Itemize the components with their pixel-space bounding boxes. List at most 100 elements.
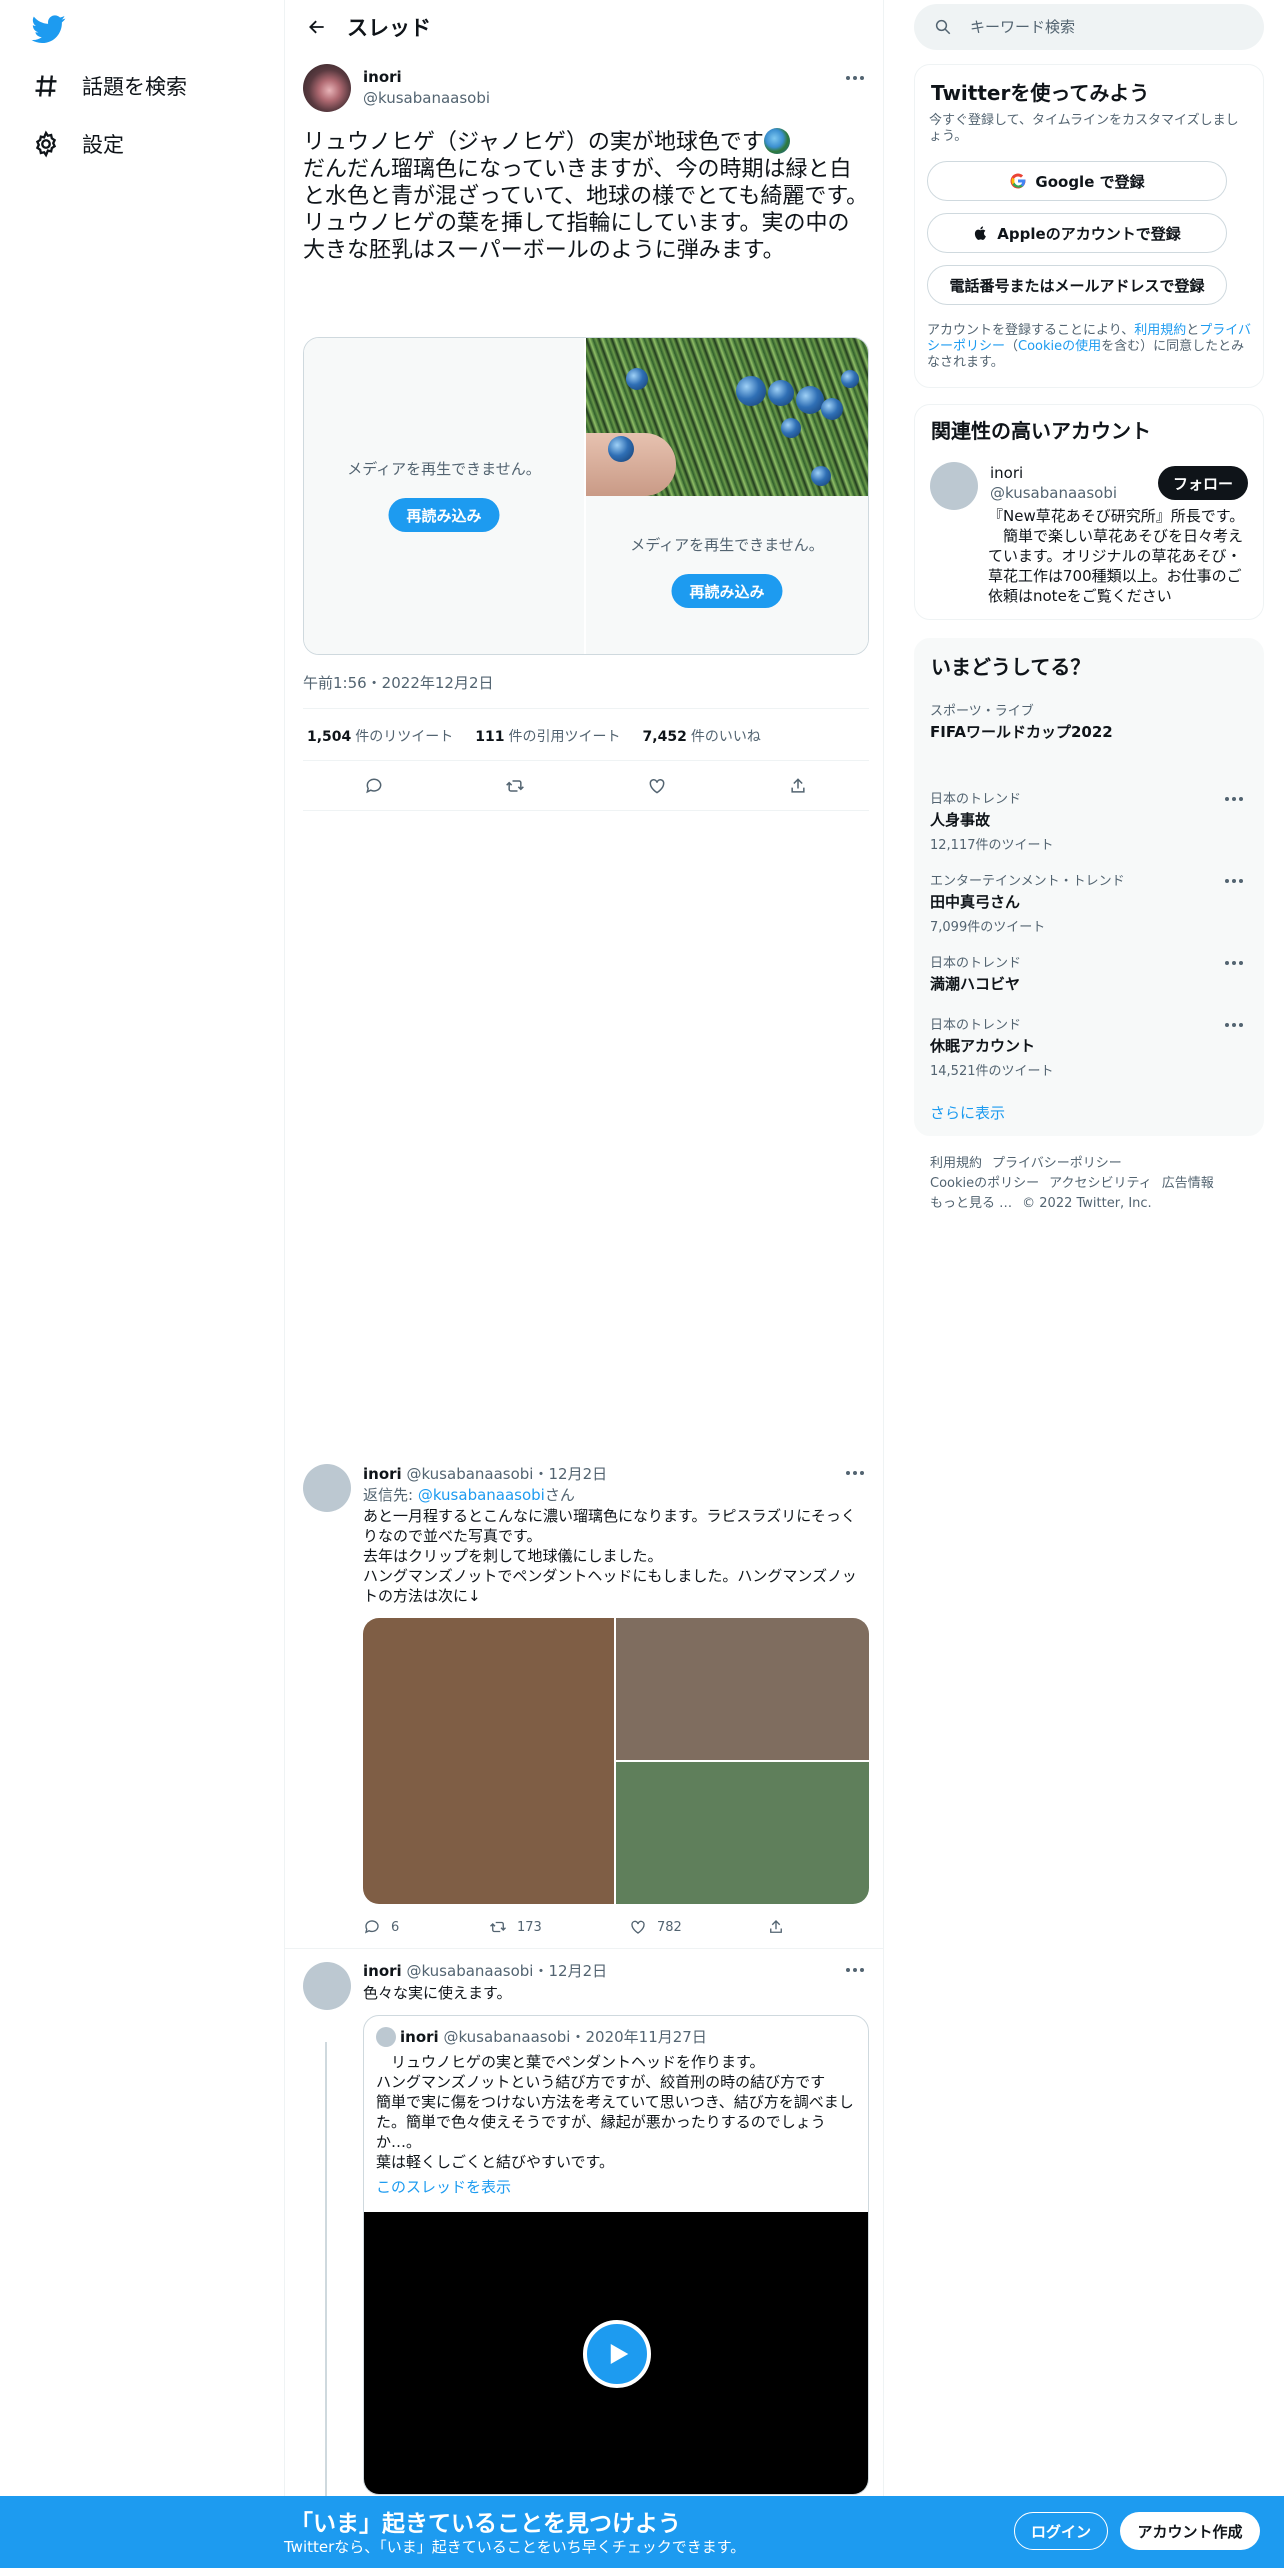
create-account-button[interactable]: アカウント作成 xyxy=(1120,2512,1260,2550)
share-button[interactable] xyxy=(784,772,812,800)
more-icon[interactable] xyxy=(841,68,869,88)
login-button[interactable]: ログイン xyxy=(1014,2512,1108,2550)
quoted-tweet-header: inori @kusabanaasobi・2020年11月27日 xyxy=(376,2026,707,2047)
follow-button[interactable]: フォロー xyxy=(1158,466,1248,500)
berry-ring-photo[interactable] xyxy=(586,338,868,496)
author-handle[interactable]: @kusabanaasobi xyxy=(363,89,490,107)
show-more-link[interactable]: さらに表示 xyxy=(930,1102,1005,1123)
reply-button[interactable]: 6 xyxy=(363,1918,399,1936)
footer-privacy[interactable]: プライバシーポリシー xyxy=(992,1154,1122,1174)
tweet-media-grid: メディアを再生できません。 再読み込み メディアを再生できません。 再読み込み xyxy=(303,337,869,655)
trend-name: 田中真弓さん xyxy=(930,893,1021,911)
footer-more[interactable]: もっと見る … xyxy=(930,1194,1012,1214)
reply-author[interactable]: inori @kusabanaasobi・12月2日 xyxy=(363,1960,607,1981)
trend-item[interactable]: 日本のトレンド 人身事故 12,117件のツイート xyxy=(930,788,1248,853)
like-button[interactable]: 782 xyxy=(629,1918,682,1936)
trend-category: スポーツ・ライブ xyxy=(930,704,1034,719)
search-bar[interactable] xyxy=(914,4,1264,50)
more-icon[interactable] xyxy=(1220,954,1248,972)
related-avatar[interactable] xyxy=(930,462,978,510)
thread-column: スレッド inori @kusabanaasobi リュウノヒゲ（ジャノヒゲ）の… xyxy=(284,0,884,2502)
apple-signup-button[interactable]: Appleのアカウントで登録 xyxy=(927,213,1227,253)
media-unavailable-message: メディアを再生できません。 xyxy=(630,536,824,554)
like-count[interactable]: 7,452 件のいいね xyxy=(643,726,761,746)
related-handle[interactable]: @kusabanaasobi xyxy=(990,484,1117,502)
footer-cookie[interactable]: Cookieのポリシー xyxy=(930,1174,1039,1194)
media-tile-left[interactable] xyxy=(363,1618,614,1904)
trend-name: 休眠アカウント xyxy=(930,1037,1036,1055)
reload-button[interactable]: 再読み込み xyxy=(388,498,500,532)
quoted-meta: @kusabanaasobi・2020年11月27日 xyxy=(443,2028,707,2046)
reply-author[interactable]: inori @kusabanaasobi・12月2日 xyxy=(363,1463,607,1484)
trend-category: エンターテインメント・トレンド xyxy=(930,874,1125,889)
tweet-timestamp[interactable]: 午前1:56・2022年12月2日 xyxy=(303,672,494,693)
trend-category: 日本のトレンド xyxy=(930,792,1022,807)
reply-icon xyxy=(365,778,382,794)
more-icon[interactable] xyxy=(841,1463,869,1483)
hashtag-icon xyxy=(35,75,57,97)
footer-accessibility[interactable]: アクセシビリティ xyxy=(1049,1174,1152,1194)
search-icon xyxy=(935,19,951,35)
reply-text: あと一月程するとこんなに濃い瑠璃色になります。ラピスラズリにそっくりなので並べた… xyxy=(363,1507,857,1605)
media-tile-bottom-right[interactable] xyxy=(616,1762,869,1904)
trend-item[interactable]: 日本のトレンド 満潮ハコビヤ xyxy=(930,952,1248,994)
trend-category: 日本のトレンド xyxy=(930,956,1022,971)
share-icon xyxy=(770,1920,782,1933)
reply-to-handle[interactable]: @kusabanaasobi xyxy=(418,1486,545,1504)
related-name[interactable]: inori xyxy=(990,464,1023,482)
gear-icon xyxy=(35,130,57,158)
reply-button[interactable] xyxy=(360,772,388,800)
nav-settings[interactable]: 設定 xyxy=(32,124,124,164)
google-signup-button[interactable]: Google で登録 xyxy=(927,161,1227,201)
trend-item[interactable]: エンターテインメント・トレンド 田中真弓さん 7,099件のツイート xyxy=(930,870,1248,935)
show-thread-link[interactable]: このスレッドを表示 xyxy=(376,2176,511,2197)
right-sidebar: Twitterを使ってみよう 今すぐ登録して、タイムラインをカスタマイズしましょ… xyxy=(914,0,1264,2500)
like-button[interactable] xyxy=(643,772,671,800)
footer-copyright: © 2022 Twitter, Inc. xyxy=(1022,1196,1152,1211)
play-icon xyxy=(610,2344,629,2364)
retweet-count[interactable]: 1,504 件のリツイート xyxy=(307,726,453,746)
play-button[interactable] xyxy=(583,2320,651,2388)
retweet-button[interactable] xyxy=(501,772,529,800)
reload-button[interactable]: 再読み込み xyxy=(671,574,783,608)
related-title: 関連性の高いアカウント xyxy=(931,419,1151,443)
reply-avatar[interactable] xyxy=(303,1464,351,1512)
trend-item[interactable]: スポーツ・ライブ FIFAワールドカップ2022 xyxy=(930,700,1248,742)
footer-ads[interactable]: 広告情報 xyxy=(1162,1174,1214,1194)
cookie-link[interactable]: Cookieの使用 xyxy=(1018,339,1101,354)
page-title: スレッド xyxy=(347,16,431,40)
footer-terms[interactable]: 利用規約 xyxy=(930,1154,982,1174)
google-icon xyxy=(1010,173,1026,189)
tweet-text: リュウノヒゲ（ジャノヒゲ）の実が地球色です だんだん瑠璃色になっていきますが、今… xyxy=(303,128,869,264)
reply-avatar[interactable] xyxy=(303,1962,351,2010)
more-icon[interactable] xyxy=(841,1960,869,1980)
retweet-button[interactable]: 173 xyxy=(489,1918,542,1936)
back-button[interactable] xyxy=(299,9,335,45)
divider xyxy=(303,810,869,811)
search-input[interactable] xyxy=(970,18,1240,36)
more-icon[interactable] xyxy=(1220,790,1248,808)
author-name[interactable]: inori xyxy=(363,68,402,86)
tweet-stats: 1,504 件のリツイート 111 件の引用ツイート 7,452 件のいいね xyxy=(307,726,761,746)
divider xyxy=(303,708,869,709)
quote-count[interactable]: 111 件の引用ツイート xyxy=(475,726,620,746)
more-icon[interactable] xyxy=(1220,872,1248,890)
author-avatar[interactable] xyxy=(303,64,351,112)
video-player[interactable] xyxy=(364,2212,868,2494)
phone-email-signup-button[interactable]: 電話番号またはメールアドレスで登録 xyxy=(927,265,1227,305)
share-button[interactable] xyxy=(767,1918,795,1936)
media-unavailable-message: メディアを再生できません。 xyxy=(347,460,541,478)
more-icon[interactable] xyxy=(1220,1016,1248,1034)
terms-link[interactable]: 利用規約 xyxy=(1134,323,1186,338)
quoted-tweet[interactable]: inori @kusabanaasobi・2020年11月27日 リュウノヒゲの… xyxy=(363,2015,869,2495)
earth-globe-icon xyxy=(763,128,790,154)
tweet-text-body: だんだん瑠璃色になっていきますが、今の時期は緑と白と水色と青が混ざっていて、地球… xyxy=(303,157,869,263)
nav-explore[interactable]: 話題を検索 xyxy=(32,66,187,106)
media-tile-top-right[interactable] xyxy=(616,1618,869,1760)
tweet-actions xyxy=(303,772,869,800)
twitter-bird-icon[interactable] xyxy=(30,12,68,46)
divider xyxy=(285,1948,883,1949)
reply-text: 色々な実に使えます。 xyxy=(363,1984,512,2002)
trend-item[interactable]: 日本のトレンド 休眠アカウント 14,521件のツイート xyxy=(930,1014,1248,1079)
signup-card: Twitterを使ってみよう 今すぐ登録して、タイムラインをカスタマイズしましょ… xyxy=(914,64,1264,388)
